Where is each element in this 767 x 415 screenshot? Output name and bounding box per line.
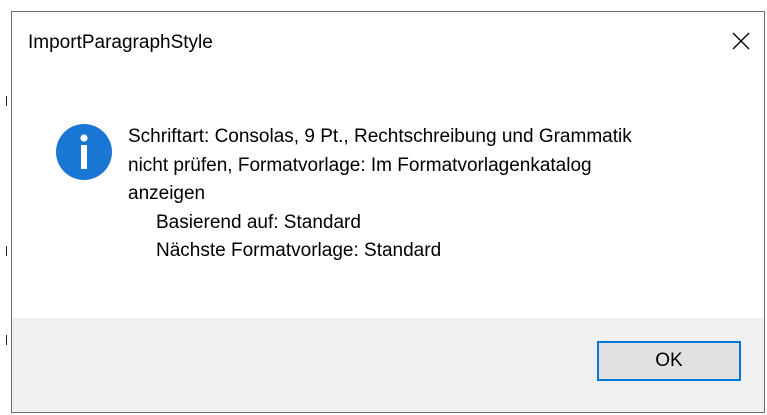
based-on-line: Basierend auf: Standard (156, 211, 361, 233)
next-style-line: Nächste Formatvorlage: Standard (156, 240, 442, 261)
background-tick (6, 335, 7, 345)
message-line: anzeigen (128, 183, 206, 204)
title-bar[interactable]: ImportParagraphStyle (12, 12, 764, 74)
close-button[interactable] (718, 12, 764, 70)
ok-button[interactable]: OK (597, 341, 741, 381)
message-text: Schriftart: Consolas, 9 Pt., Rechtschrei… (128, 123, 728, 266)
message-line: Schriftart: Consolas, 9 Pt., Rechtschrei… (128, 126, 632, 147)
background-tick (6, 246, 7, 256)
button-bar: OK (12, 318, 764, 412)
background-window-edge (0, 0, 11, 415)
info-icon (56, 124, 112, 180)
background-tick (6, 96, 7, 106)
dialog-content: Schriftart: Consolas, 9 Pt., Rechtschrei… (12, 74, 764, 320)
dialog-title: ImportParagraphStyle (28, 32, 213, 53)
message-line: nicht prüfen, Formatvorlage: Im Formatvo… (128, 154, 592, 176)
close-icon (732, 32, 750, 50)
message-dialog: ImportParagraphStyle Schriftart: Consola… (11, 11, 765, 413)
